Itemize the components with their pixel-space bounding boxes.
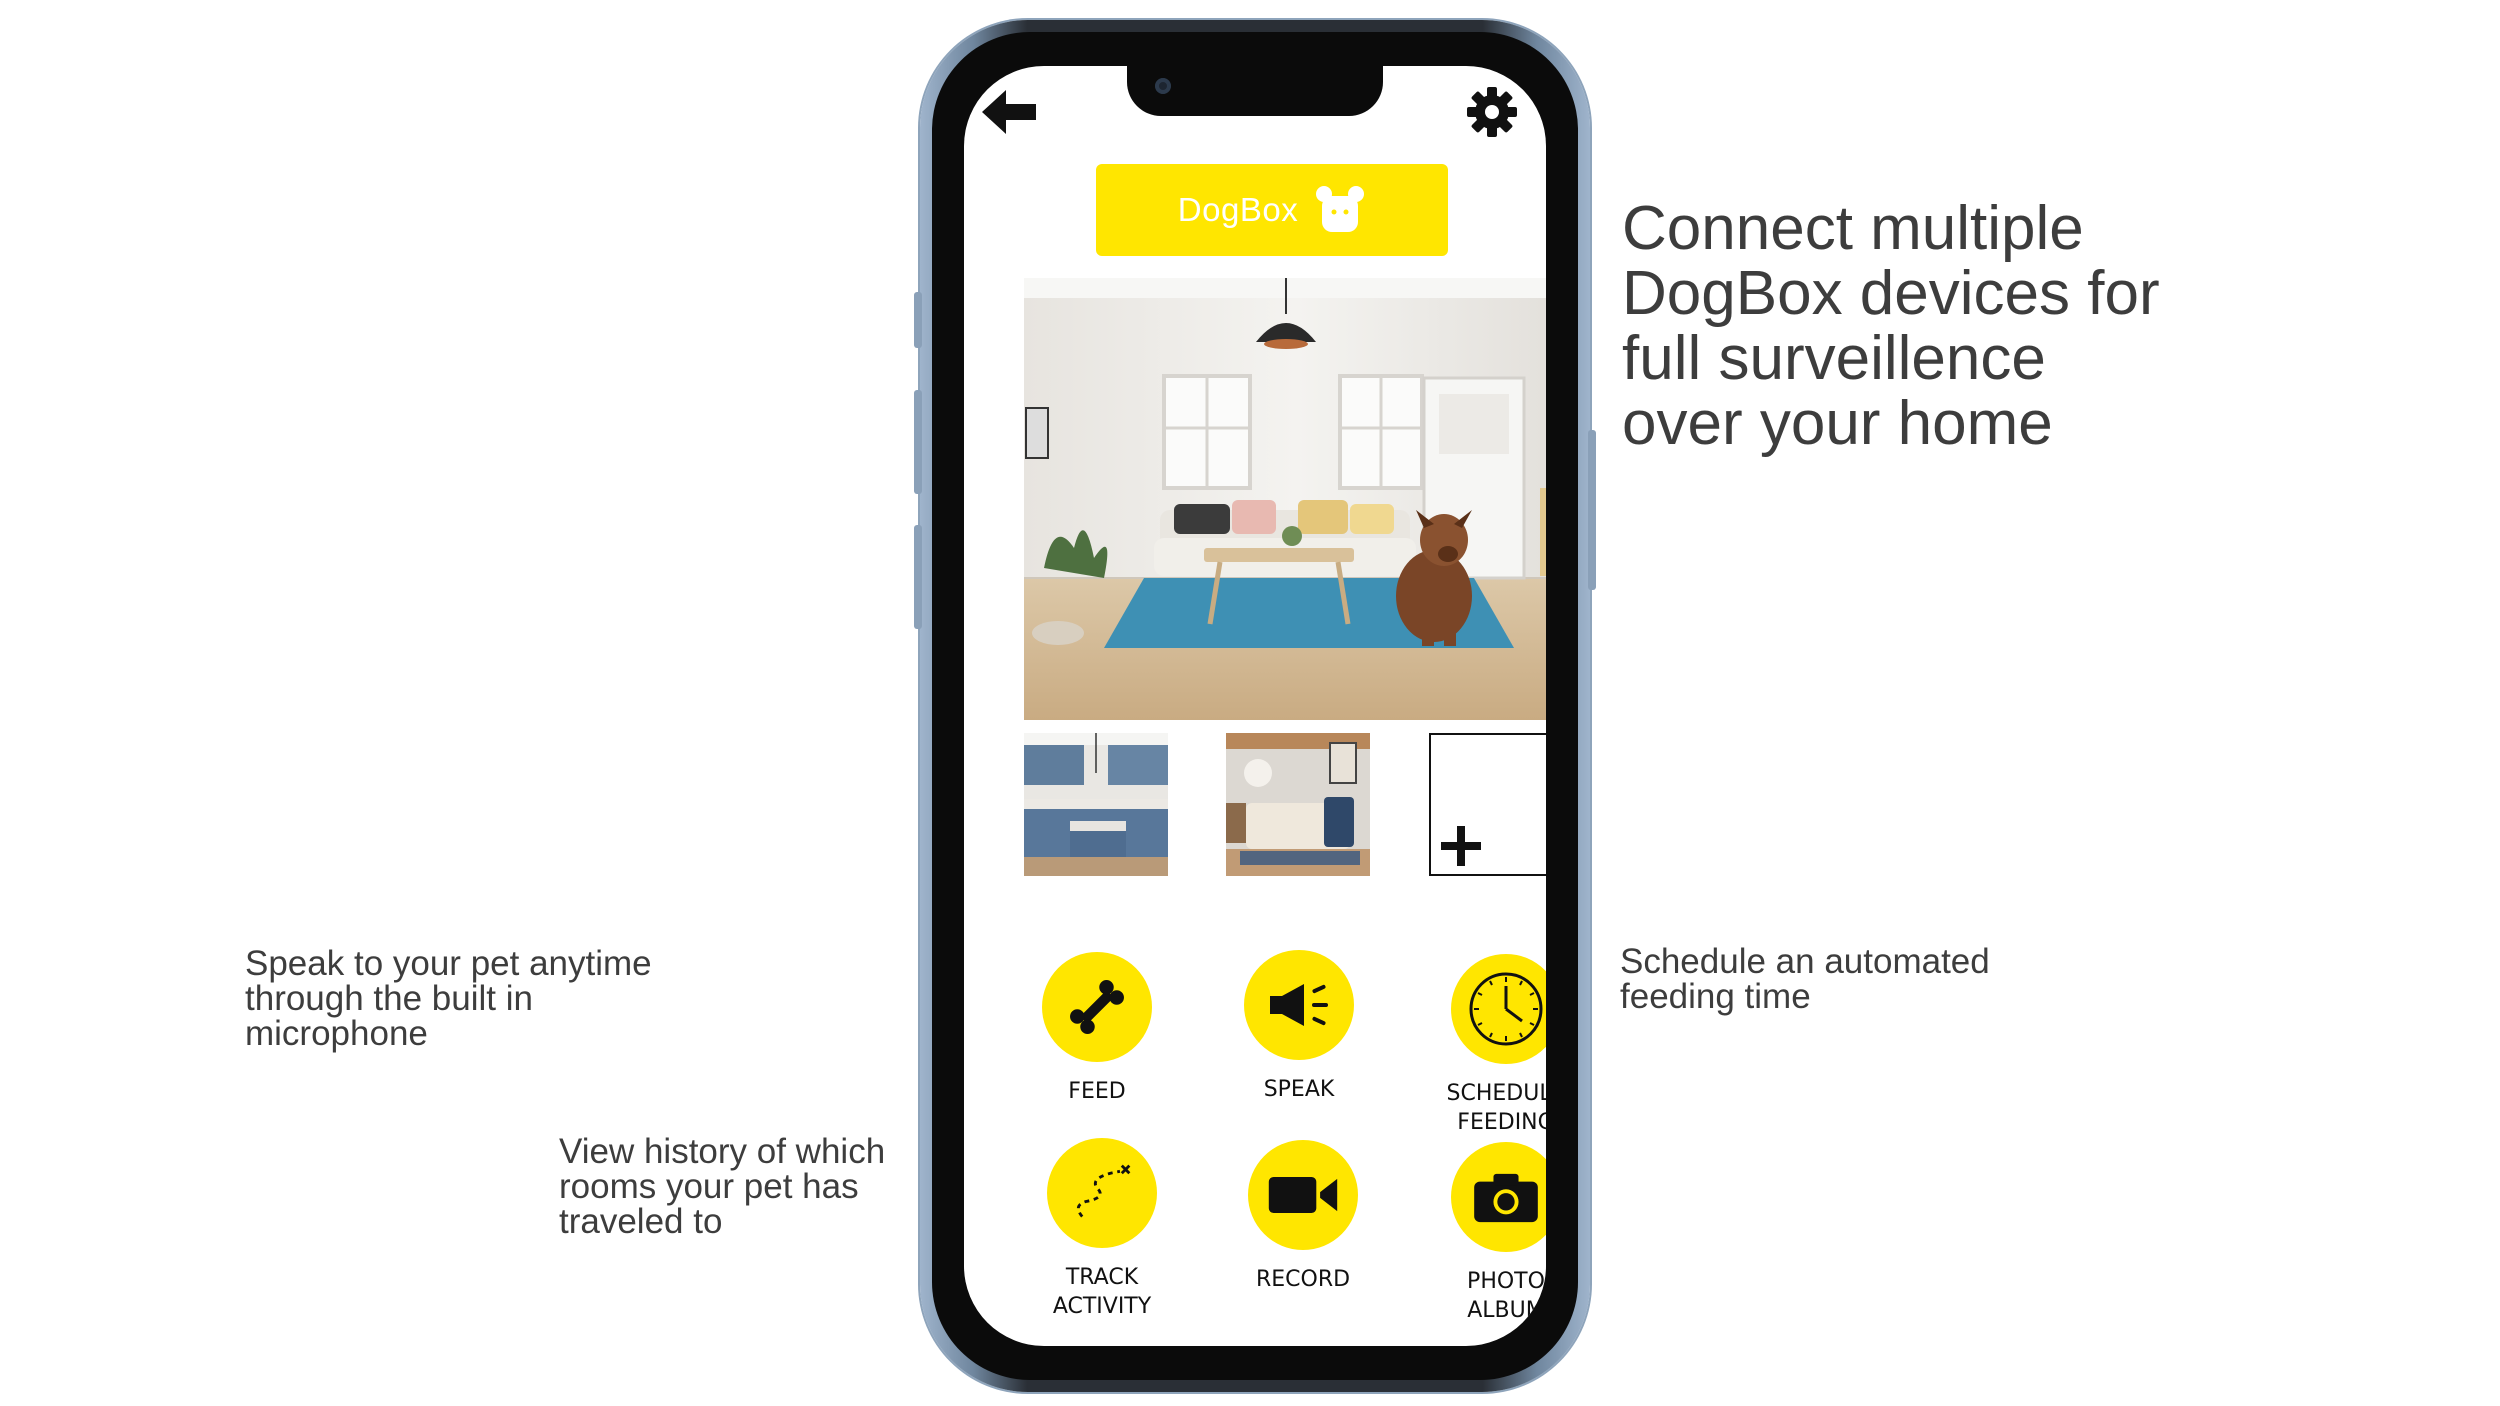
- track-activity-label: TRACK ACTIVITY: [1052, 1265, 1152, 1319]
- schedule-feature-note: Schedule an automated feeding time: [1620, 942, 1990, 1016]
- record-label: RECORD: [1255, 1267, 1351, 1292]
- live-camera-feed[interactable]: [1024, 278, 1546, 720]
- connect-devices-note: Connect multiple DogBox devices for full…: [1622, 194, 2160, 459]
- gear-icon: [1467, 87, 1517, 137]
- record-icon-circle: [1248, 1140, 1358, 1250]
- schedule-icon-circle: [1451, 954, 1546, 1064]
- track-activity-button[interactable]: TRACK ACTIVITY: [1012, 1138, 1192, 1321]
- photo-album-button[interactable]: PHOTO ALBUM: [1416, 1142, 1546, 1325]
- phone-notch: [1127, 66, 1383, 116]
- photo-icon-circle: [1451, 1142, 1546, 1252]
- app-header-banner: DogBox: [1096, 164, 1448, 256]
- video-camera-icon: [1268, 1176, 1338, 1214]
- camera-thumbnail-bedroom[interactable]: [1226, 733, 1370, 876]
- app-title: DogBox: [1177, 191, 1299, 228]
- phone-volume-down-button: [914, 525, 922, 629]
- record-button[interactable]: RECORD: [1213, 1140, 1393, 1295]
- speak-button[interactable]: SPEAK: [1209, 950, 1389, 1105]
- schedule-feeding-button[interactable]: SCHEDULE FEEDING: [1416, 954, 1546, 1137]
- path-icon: [1076, 1164, 1131, 1218]
- phone-mute-switch: [914, 292, 922, 348]
- phone-bezel: DogBox FEED SPEAK SCHEDUL FEEDING TRACK …: [932, 32, 1578, 1380]
- speak-label: SPEAK: [1263, 1077, 1335, 1102]
- plus-icon: [1441, 826, 1481, 866]
- track-feature-note: View history of which rooms your pet has…: [559, 1132, 886, 1241]
- app-screen: DogBox FEED SPEAK SCHEDUL FEEDING TRACK …: [964, 66, 1546, 1346]
- photo-album-label: PHOTO ALBUM: [1467, 1269, 1545, 1323]
- speak-icon-circle: [1244, 950, 1354, 1060]
- phone-power-button: [1588, 430, 1596, 590]
- add-camera-button[interactable]: [1429, 733, 1546, 876]
- clock-icon: [1469, 972, 1543, 1046]
- dog-logo-icon: [1316, 186, 1365, 232]
- schedule-feeding-label: SCHEDULE FEEDING: [1446, 1081, 1547, 1135]
- camera-thumbnail-kitchen[interactable]: [1024, 733, 1168, 876]
- feed-icon-circle: [1042, 952, 1152, 1062]
- back-button[interactable]: [980, 86, 1040, 138]
- camera-icon: [1474, 1173, 1538, 1223]
- megaphone-icon: [1270, 984, 1328, 1026]
- phone-frame: DogBox FEED SPEAK SCHEDUL FEEDING TRACK …: [914, 20, 1596, 1392]
- phone-volume-up-button: [914, 390, 922, 494]
- feed-label: FEED: [1068, 1079, 1126, 1104]
- bone-icon: [1070, 980, 1124, 1034]
- front-camera: [1155, 78, 1171, 94]
- feed-button[interactable]: FEED: [1007, 952, 1187, 1107]
- back-arrow-icon: [982, 90, 1036, 134]
- settings-button[interactable]: [1464, 84, 1520, 140]
- track-icon-circle: [1047, 1138, 1157, 1248]
- speak-feature-note: Speak to your pet anytime through the bu…: [245, 944, 652, 1053]
